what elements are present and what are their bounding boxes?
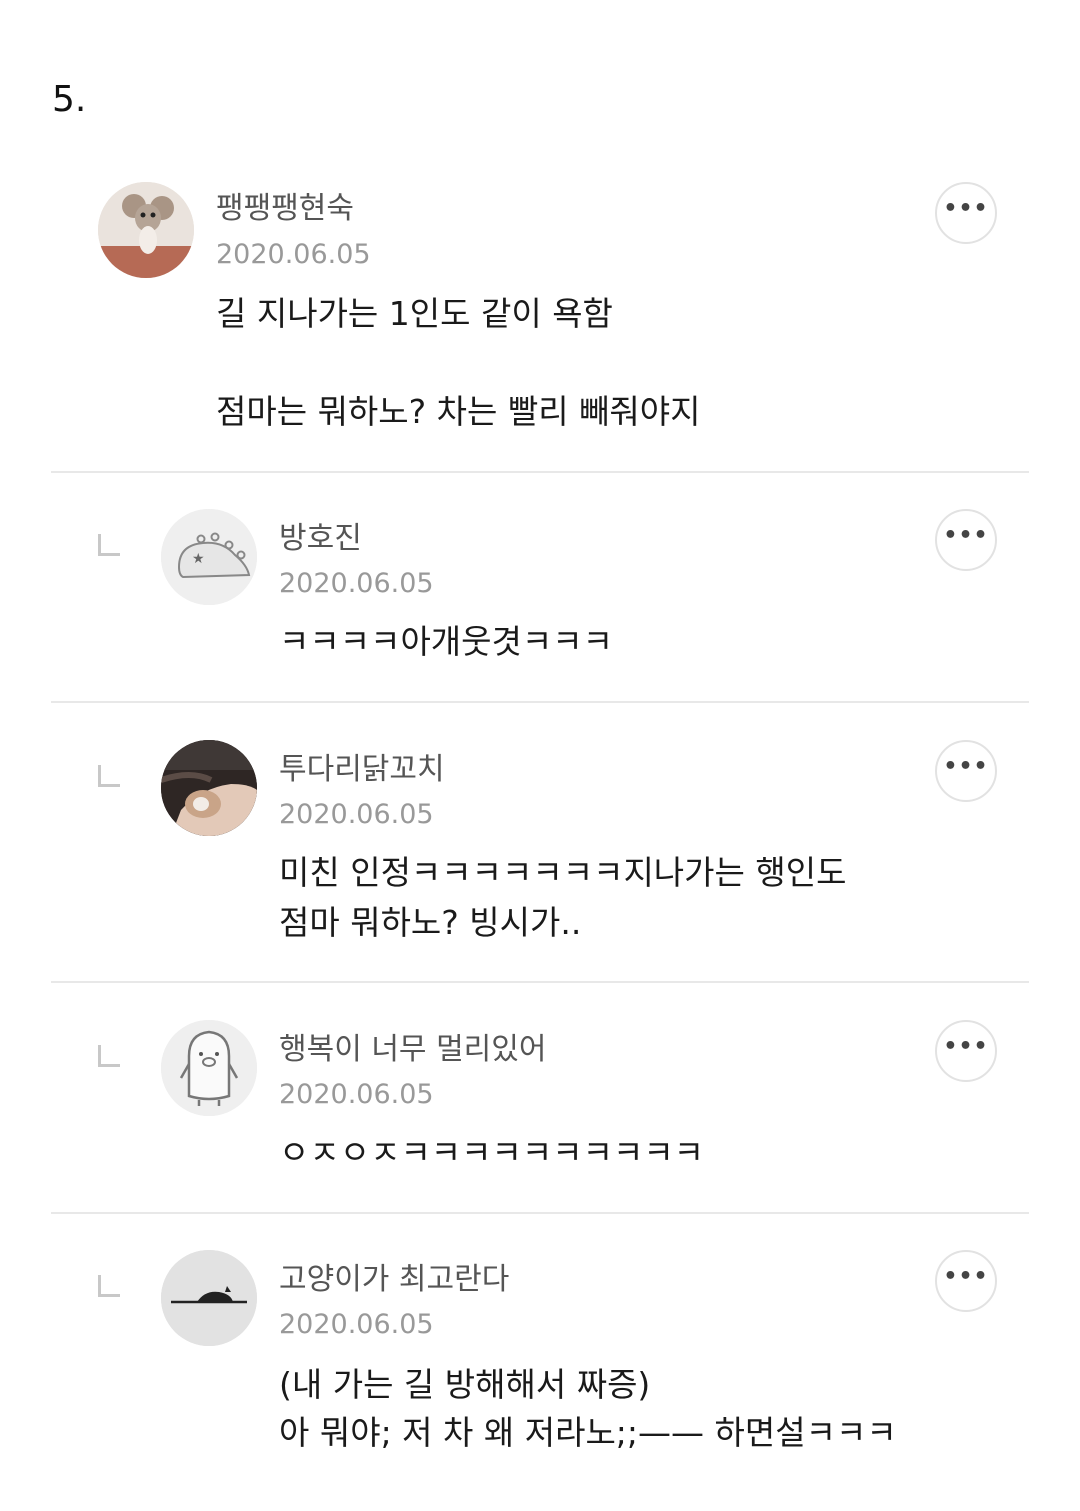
- comment-date: 2020.06.05: [279, 799, 434, 830]
- comment-text-line: ㅋㅋㅋㅋ아개웃겻ㅋㅋㅋ: [279, 622, 613, 661]
- comment-date: 2020.06.05: [216, 239, 371, 270]
- avatar[interactable]: [98, 182, 194, 278]
- more-options-button[interactable]: •••: [935, 1250, 997, 1312]
- comment-text-line: ㅇㅈㅇㅈㅋㅋㅋㅋㅋㅋㅋㅋㅋㅋ: [279, 1133, 705, 1172]
- penguin-avatar-icon: [161, 1020, 257, 1116]
- more-options-button[interactable]: •••: [935, 1020, 997, 1082]
- photo-avatar-icon: [161, 740, 257, 836]
- comment-date: 2020.06.05: [279, 568, 434, 599]
- page-number: 5.: [52, 79, 87, 120]
- cat-avatar-icon: [161, 1250, 257, 1346]
- more-options-button[interactable]: •••: [935, 182, 997, 244]
- comment-author[interactable]: 투다리닭꼬치: [279, 751, 445, 789]
- avatar[interactable]: ★: [161, 509, 257, 605]
- divider: [51, 701, 1029, 703]
- divider: [51, 471, 1029, 473]
- divider: [51, 981, 1029, 983]
- more-icon: •••: [943, 754, 989, 779]
- comment-text-line: 아 뭐야; 저 차 왜 저라노;;—— 하면설ㅋㅋㅋ: [279, 1413, 897, 1452]
- comment-author[interactable]: 고양이가 최고란다: [279, 1261, 509, 1299]
- more-icon: •••: [943, 1034, 989, 1059]
- reply-arrow-icon: [98, 1275, 120, 1297]
- reply-arrow-icon: [98, 1045, 120, 1067]
- comment-author[interactable]: 행복이 너무 멀리있어: [279, 1031, 546, 1069]
- reply-arrow-icon: [98, 534, 120, 556]
- more-options-button[interactable]: •••: [935, 509, 997, 571]
- avatar[interactable]: [161, 1020, 257, 1116]
- divider: [51, 1212, 1029, 1214]
- comment-text-line: 길 지나가는 1인도 같이 욕함: [216, 294, 613, 333]
- comment-text-line: 점마는 뭐하노? 차는 빨리 빼줘야지: [216, 392, 701, 431]
- more-icon: •••: [943, 523, 989, 548]
- more-options-button[interactable]: •••: [935, 740, 997, 802]
- comment-author[interactable]: 방호진: [279, 520, 362, 558]
- comment-author[interactable]: 팽팽팽현숙: [216, 190, 354, 228]
- more-icon: •••: [943, 1264, 989, 1289]
- comment-date: 2020.06.05: [279, 1079, 434, 1110]
- avatar[interactable]: [161, 1250, 257, 1346]
- mouse-avatar-icon: [98, 182, 194, 278]
- avatar[interactable]: [161, 740, 257, 836]
- comment-text-line: 점마 뭐하노? 빙시가..: [279, 903, 582, 942]
- comment-text-line: 미친 인정ㅋㅋㅋㅋㅋㅋㅋ지나가는 행인도: [279, 853, 847, 892]
- reply-arrow-icon: [98, 765, 120, 787]
- svg-text:★: ★: [192, 551, 205, 567]
- dino-avatar-icon: ★: [161, 509, 257, 605]
- comment-date: 2020.06.05: [279, 1309, 434, 1340]
- comment-text-line: (내 가는 길 방해해서 짜증): [279, 1365, 651, 1404]
- more-icon: •••: [943, 196, 989, 221]
